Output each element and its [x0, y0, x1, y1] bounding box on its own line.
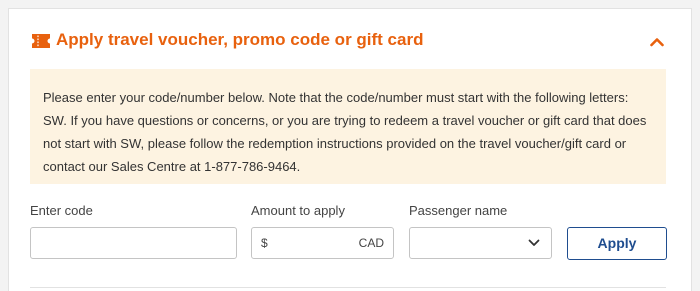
passenger-select[interactable]: [409, 227, 552, 259]
info-notice: Please enter your code/number below. Not…: [30, 69, 666, 184]
amount-field[interactable]: $ CAD: [251, 227, 394, 259]
code-label: Enter code: [30, 203, 93, 218]
panel-title: Apply travel voucher, promo code or gift…: [56, 30, 424, 49]
chevron-down-icon: [528, 239, 540, 246]
currency-suffix: CAD: [358, 236, 384, 250]
code-input[interactable]: [30, 227, 237, 259]
currency-prefix: $: [261, 236, 268, 250]
notice-text: Please enter your code/number below. Not…: [43, 90, 647, 174]
panel-header[interactable]: Apply travel voucher, promo code or gift…: [9, 9, 691, 73]
voucher-ticket-icon: [32, 34, 50, 48]
chevron-up-icon[interactable]: [650, 37, 664, 47]
voucher-panel: Apply travel voucher, promo code or gift…: [8, 8, 692, 291]
divider: [30, 287, 666, 288]
amount-label: Amount to apply: [251, 203, 345, 218]
apply-button[interactable]: Apply: [567, 227, 667, 260]
passenger-label: Passenger name: [409, 203, 508, 218]
amount-input[interactable]: [276, 229, 346, 257]
